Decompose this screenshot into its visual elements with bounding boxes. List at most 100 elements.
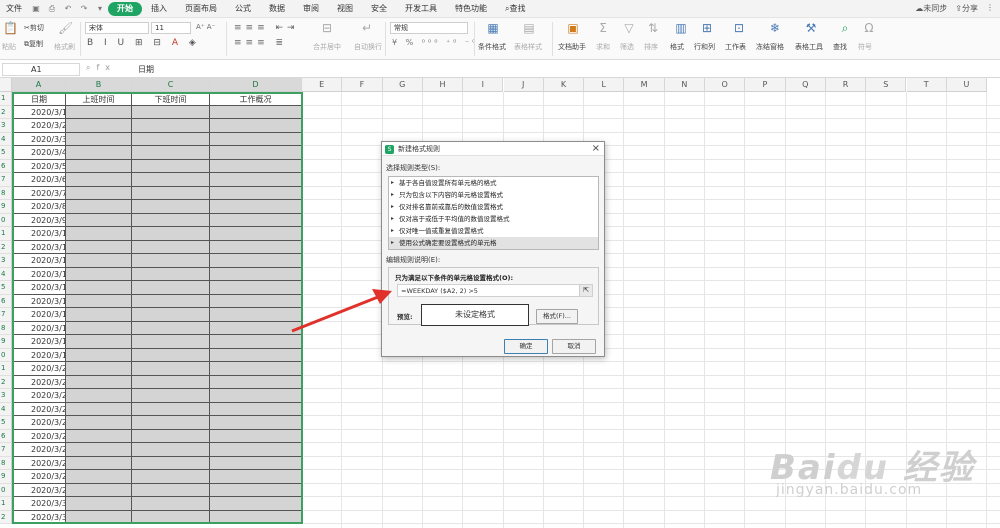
range-picker-icon[interactable]: ⇱ [579,285,592,296]
row-header[interactable]: 9 [0,335,12,349]
data-cell[interactable] [132,402,210,416]
rule-type-item[interactable]: 仅对高于或低于平均值的数值设置格式 [389,213,598,225]
row-header[interactable]: 0 [0,213,12,227]
row-col-button[interactable]: 行和列 [694,42,715,52]
column-header-g[interactable]: G [382,78,423,92]
date-cell[interactable]: 2020/3/29 [12,483,66,497]
date-cell[interactable]: 2020/3/2 [12,119,66,133]
date-cell[interactable]: 2020/3/6 [12,173,66,187]
tab-view[interactable]: 视图 [328,2,362,16]
date-cell[interactable]: 2020/3/4 [12,146,66,160]
data-cell[interactable] [132,186,210,200]
sum-button[interactable]: 求和 [596,42,610,52]
header-cell[interactable]: 工作概况 [210,92,302,106]
row-header[interactable]: 8 [0,186,12,200]
data-cell[interactable] [132,443,210,457]
ok-button[interactable]: 确定 [504,339,548,354]
header-cell[interactable]: 日期 [12,92,66,106]
format-painter-label[interactable]: 格式刷 [54,42,75,52]
merge-center-button[interactable]: 合并居中 [313,42,341,52]
tab-home[interactable]: 开始 [108,1,142,16]
wrap-text-button[interactable]: 自动换行 [354,42,382,52]
data-cell[interactable] [210,483,302,497]
rule-type-item[interactable]: 使用公式确定要设置格式的单元格 [389,237,598,249]
data-cell[interactable] [210,416,302,430]
data-cell[interactable] [66,443,132,457]
data-cell[interactable] [210,375,302,389]
row-header[interactable]: 5 [0,146,12,160]
column-header-h[interactable]: H [422,78,464,92]
rule-type-list[interactable]: 基于各自值设置所有单元格的格式只为包含以下内容的单元格设置格式仅对排名靠前或靠后… [388,176,599,250]
date-cell[interactable]: 2020/3/5 [12,159,66,173]
cut-button[interactable]: ✂剪切 [24,23,44,33]
data-cell[interactable] [66,470,132,484]
date-cell[interactable]: 2020/3/11 [12,240,66,254]
rule-type-item[interactable]: 仅对唯一值或重复值设置格式 [389,225,598,237]
row-header[interactable]: 4 [0,267,12,281]
save-icon[interactable]: ▣ [31,4,41,14]
data-cell[interactable] [210,470,302,484]
data-cell[interactable] [66,213,132,227]
copy-button[interactable]: ⧉复制 [24,39,43,49]
table-style-icon[interactable]: ▤ [522,22,536,35]
data-cell[interactable] [66,119,132,133]
data-cell[interactable] [66,510,132,524]
column-header-d[interactable]: D [210,78,302,92]
column-header-s[interactable]: S [866,78,907,92]
freeze-icon[interactable]: ❄ [768,22,782,35]
header-cell[interactable]: 下班时间 [132,92,210,106]
data-cell[interactable] [210,267,302,281]
data-cell[interactable] [132,105,210,119]
data-cell[interactable] [66,321,132,335]
data-cell[interactable] [66,294,132,308]
data-cell[interactable] [210,429,302,443]
data-cell[interactable] [132,146,210,160]
data-cell[interactable] [132,470,210,484]
date-cell[interactable]: 2020/3/23 [12,402,66,416]
data-cell[interactable] [66,159,132,173]
format-button[interactable]: 格式(F)... [536,309,578,324]
row-col-icon[interactable]: ⊞ [700,22,714,35]
data-cell[interactable] [132,321,210,335]
data-cell[interactable] [210,348,302,362]
sync-status[interactable]: ☁未同步 [915,3,947,14]
select-all-corner[interactable] [0,78,12,92]
redo-icon[interactable]: ↷ [79,4,89,14]
tab-developer[interactable]: 开发工具 [396,2,446,16]
date-cell[interactable]: 2020/3/24 [12,416,66,430]
column-header-r[interactable]: R [825,78,867,92]
name-box[interactable]: A1 [2,63,80,76]
data-cell[interactable] [132,227,210,241]
tab-insert[interactable]: 插入 [142,2,176,16]
merge-icon[interactable]: ⊟ [320,22,334,35]
data-cell[interactable] [210,105,302,119]
date-cell[interactable]: 2020/3/7 [12,186,66,200]
formula-field[interactable]: =WEEKDAY ($A2, 2) >5 ⇱ [397,284,593,297]
data-cell[interactable] [66,497,132,511]
row-header[interactable]: 7 [0,308,12,322]
data-cell[interactable] [210,497,302,511]
column-header-j[interactable]: J [503,78,544,92]
column-header-f[interactable]: F [342,78,383,92]
row-header[interactable]: 3 [0,119,12,133]
font-grow-icon[interactable]: A⁺ A⁻ [196,23,215,31]
row-header[interactable]: 2 [0,105,12,119]
data-cell[interactable] [66,267,132,281]
row-header[interactable]: 7 [0,443,12,457]
data-cell[interactable] [66,416,132,430]
more-options-icon[interactable]: ⋮ [986,3,994,14]
data-cell[interactable] [210,389,302,403]
row-header[interactable]: 5 [0,281,12,295]
row-header[interactable]: 2 [0,375,12,389]
zoom-icon[interactable]: ⌕ [86,63,96,72]
data-cell[interactable] [132,335,210,349]
more-icon[interactable]: ▾ [95,4,105,14]
row-header[interactable]: 0 [0,348,12,362]
data-cell[interactable] [66,308,132,322]
data-cell[interactable] [66,483,132,497]
font-style-buttons[interactable]: B I U ⊞ ⊟ A ◈ [87,38,200,48]
data-cell[interactable] [132,348,210,362]
column-header-m[interactable]: M [624,78,665,92]
data-cell[interactable] [132,416,210,430]
date-cell[interactable]: 2020/3/19 [12,348,66,362]
